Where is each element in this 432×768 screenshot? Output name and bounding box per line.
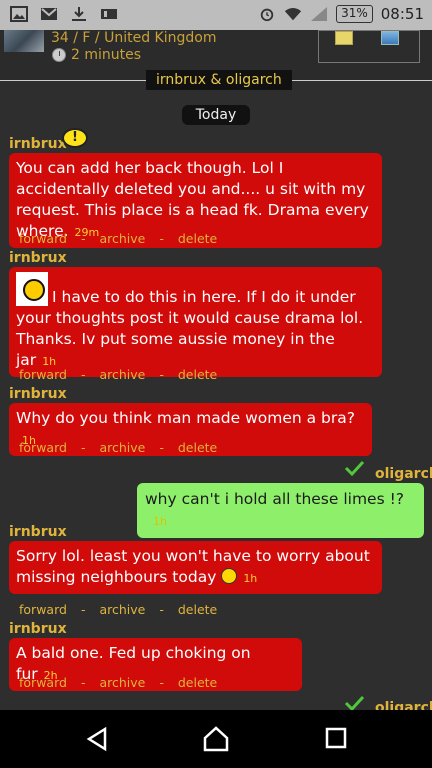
recents-icon[interactable] [324, 726, 348, 750]
last-seen-label: 2 minutes [71, 47, 142, 63]
delete-link[interactable]: delete [178, 367, 217, 382]
message-text: Why do you think man made women a bra? [16, 409, 355, 427]
mail-notification-icon [41, 8, 57, 20]
back-icon[interactable] [85, 726, 109, 752]
wifi-icon [284, 8, 302, 21]
message-bubble[interactable]: I have to do this in here. If I do it un… [9, 267, 382, 377]
delivered-check-icon [344, 695, 364, 710]
message-actions: forward - archive - delete [19, 675, 218, 690]
message-actions: forward - archive - delete [19, 440, 218, 455]
message-sender: oligarch [375, 700, 432, 710]
message-text: Sorry lol. least you won't have to worry… [16, 547, 370, 586]
message-sender: irnbrux [9, 250, 67, 266]
archive-link[interactable]: archive [99, 602, 145, 617]
delivered-check-icon [344, 460, 364, 476]
archive-link[interactable]: archive [99, 675, 145, 690]
message-text: You can add her back though. Lol I accid… [16, 159, 369, 240]
message-text: why can't i hold all these limes !? [145, 490, 405, 508]
battery-indicator: 31% [336, 5, 373, 23]
alarm-icon [260, 8, 274, 22]
profile-thumbnail[interactable] [4, 30, 44, 52]
sticker-image [16, 272, 48, 306]
signal-icon [311, 7, 328, 21]
forward-link[interactable]: forward [19, 602, 67, 617]
note-icon[interactable] [335, 31, 353, 45]
archive-link[interactable]: archive [99, 440, 145, 455]
message-time: 1h [153, 515, 167, 528]
message-bubble[interactable]: Sorry lol. least you won't have to worry… [9, 541, 382, 594]
message-time: 1h [243, 572, 258, 585]
laughing-emoji-icon [221, 568, 238, 584]
message-actions: forward - archive - delete [19, 231, 218, 246]
message-actions: forward - archive - delete [19, 367, 218, 382]
forward-link[interactable]: forward [19, 231, 67, 246]
gallery-icon[interactable] [381, 31, 399, 45]
sent-message-bubble[interactable]: why can't i hold all these limes !? 1h [137, 483, 424, 538]
delete-link[interactable]: delete [178, 602, 217, 617]
message-actions: forward - archive - delete [19, 602, 218, 617]
download-notification-icon [72, 7, 86, 21]
clock-icon [52, 48, 66, 62]
day-separator: Today [182, 105, 250, 125]
home-icon[interactable] [202, 726, 230, 752]
message-sender: irnbrux [9, 136, 67, 152]
card-notification-icon [101, 9, 117, 19]
status-bar: 31% 08:51 [0, 0, 432, 30]
warning-icon: ! [62, 128, 88, 148]
delete-link[interactable]: delete [178, 675, 217, 690]
forward-link[interactable]: forward [19, 440, 67, 455]
message-sender: oligarch [375, 466, 432, 482]
image-notification-icon [10, 6, 28, 22]
chat-thread[interactable]: Today irnbrux ! You can add her back tho… [0, 92, 432, 710]
message-sender: irnbrux [9, 621, 67, 637]
header-actions [318, 30, 420, 63]
message-sender: irnbrux [9, 524, 67, 540]
profile-meta: 34 / F / United Kingdom [51, 30, 217, 46]
archive-link[interactable]: archive [99, 367, 145, 382]
delete-link[interactable]: delete [178, 440, 217, 455]
archive-link[interactable]: archive [99, 231, 145, 246]
navigation-bar [0, 710, 432, 768]
delete-link[interactable]: delete [178, 231, 217, 246]
message-sender: irnbrux [9, 386, 67, 402]
forward-link[interactable]: forward [19, 367, 67, 382]
forward-link[interactable]: forward [19, 675, 67, 690]
status-clock: 08:51 [380, 5, 424, 23]
message-text: I have to do this in here. If I do it un… [16, 288, 364, 369]
thread-title: irnbrux & oligarch [146, 70, 292, 90]
last-seen: 2 minutes [52, 47, 141, 63]
